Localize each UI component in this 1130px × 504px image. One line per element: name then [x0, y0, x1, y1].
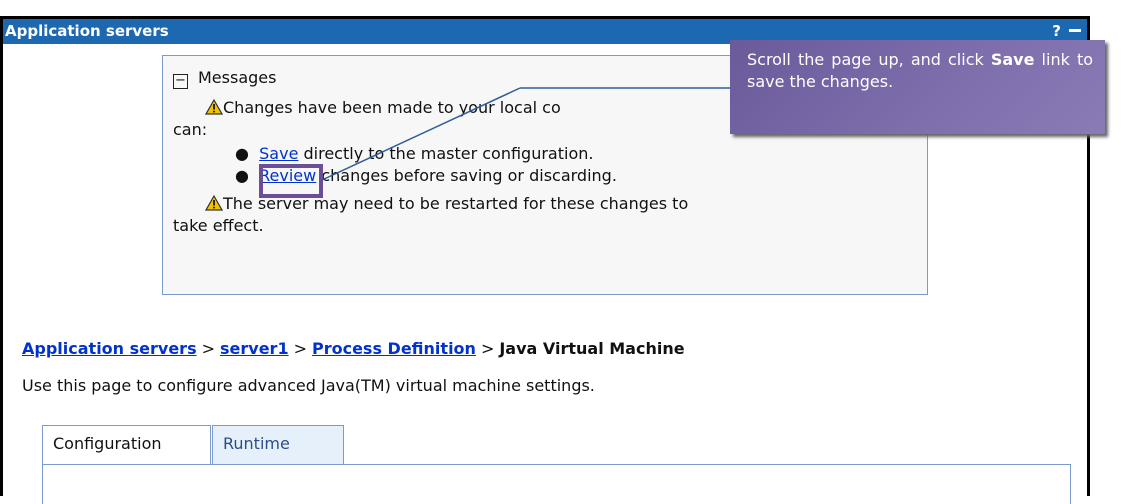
- restart-text-cont: take effect.: [173, 216, 264, 235]
- breadcrumb-separator: >: [201, 339, 215, 358]
- messages-header[interactable]: − Messages: [173, 68, 276, 89]
- breadcrumb-application-servers[interactable]: Application servers: [22, 339, 197, 358]
- warning-icon: [205, 99, 223, 115]
- messages-header-label: Messages: [198, 68, 277, 87]
- window-title: Application servers: [5, 22, 169, 40]
- tab-panel: [42, 464, 1071, 504]
- instruction-callout: Scroll the page up, and click Save link …: [730, 40, 1105, 134]
- save-link[interactable]: Save: [259, 144, 298, 163]
- page-description: Use this page to configure advanced Java…: [22, 376, 595, 395]
- bullet: ●: [235, 166, 249, 185]
- breadcrumb-separator: >: [293, 339, 307, 358]
- breadcrumb-process-definition[interactable]: Process Definition: [312, 339, 476, 358]
- minimize-icon[interactable]: [1069, 29, 1081, 32]
- callout-connector: [321, 87, 732, 181]
- callout-save-bold: Save: [990, 50, 1035, 69]
- breadcrumb-current: Java Virtual Machine: [499, 339, 685, 358]
- breadcrumb: Application servers > server1 > Process Defi…: [22, 339, 685, 358]
- callout-text: Scroll the page up, and click Save link …: [747, 50, 1094, 91]
- tab-configuration[interactable]: Configuration: [42, 425, 211, 465]
- save-link-highlight: [259, 164, 323, 198]
- tab-runtime[interactable]: Runtime: [212, 425, 344, 465]
- changes-made-text-cont: can:: [173, 120, 208, 139]
- bullet: ●: [235, 144, 249, 163]
- collapse-minus-icon[interactable]: −: [173, 74, 188, 89]
- breadcrumb-server1[interactable]: server1: [220, 339, 289, 358]
- warning-icon: [205, 195, 223, 211]
- breadcrumb-separator: >: [480, 339, 495, 358]
